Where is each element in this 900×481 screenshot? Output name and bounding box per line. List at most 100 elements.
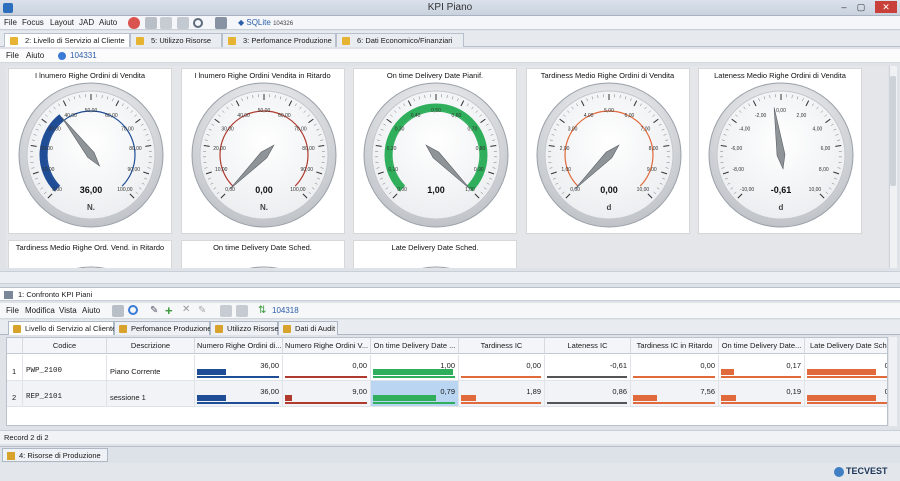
tab-icon	[215, 325, 223, 333]
kpi-baseline	[547, 402, 627, 404]
cell-kpi-value[interactable]: 0,8	[805, 355, 887, 381]
tab-livello-servizio-cliente[interactable]: Livello di Servizio al Cliente	[8, 321, 116, 335]
gauge-tick-label: 8,00	[648, 146, 658, 152]
tab-label: 4: Risorse di Produzione	[19, 451, 101, 460]
cell-kpi-value[interactable]: 36,00	[195, 355, 283, 381]
menu-file[interactable]: File	[4, 17, 17, 29]
kpi-baseline	[807, 402, 887, 404]
submenu-aiuto[interactable]: Aiuto	[26, 51, 44, 60]
report-icon[interactable]	[236, 305, 248, 317]
column-header[interactable]: Codice	[23, 338, 107, 354]
kpi-value-text: 36,00	[260, 361, 279, 370]
delete-icon[interactable]: ✕	[182, 304, 190, 315]
pencil-icon[interactable]: ✎	[150, 305, 158, 316]
lower-tab-bar: Livello di Servizio al Cliente Perfomanc…	[0, 320, 900, 335]
cell-kpi-value[interactable]: 9,00	[283, 381, 371, 407]
lower-menu-modifica[interactable]: Modifica	[25, 306, 55, 315]
tab-utilizzo-risorse-lower[interactable]: Utilizzo Risorse	[210, 321, 279, 335]
tab-icon	[228, 37, 236, 45]
column-header[interactable]: Late Delivery Date Sch...	[805, 338, 887, 354]
menu-jad[interactable]: JAD	[79, 17, 94, 29]
lower-menu-aiuto[interactable]: Aiuto	[82, 306, 100, 315]
cell-kpi-value[interactable]: 0,8	[805, 381, 887, 407]
cell-codice[interactable]: REP_2101	[23, 381, 107, 407]
column-header[interactable]: Descrizione	[107, 338, 195, 354]
cell-kpi-value[interactable]: -0,61	[545, 355, 631, 381]
table-scrollbar[interactable]	[889, 337, 897, 426]
table-icon[interactable]	[220, 305, 232, 317]
column-header[interactable]	[7, 338, 23, 354]
column-header[interactable]: Lateness IC	[545, 338, 631, 354]
gauge-value: 36,00	[80, 185, 103, 195]
tab-label: Dati di Audit	[295, 324, 336, 333]
cell-kpi-value[interactable]: 0,00	[631, 355, 719, 381]
tab-perfomance-produzione[interactable]: 3: Perfomance Produzione	[222, 33, 336, 47]
menu-layout[interactable]: Layout	[50, 17, 74, 29]
column-header[interactable]: Tardiness IC in Ritardo	[631, 338, 719, 354]
cell-kpi-value[interactable]: 0,17	[719, 355, 805, 381]
cell-kpi-value[interactable]: 0,86	[545, 381, 631, 407]
grid-icon[interactable]	[160, 17, 172, 29]
column-header[interactable]: Numero Righe Ordini V...	[283, 338, 371, 354]
menu-focus[interactable]: Focus	[22, 17, 44, 29]
column-header[interactable]: Numero Righe Ordini di...	[195, 338, 283, 354]
codice-text: PWP_2100	[26, 367, 63, 375]
row-number[interactable]: 1	[7, 355, 23, 381]
tab-dati-audit[interactable]: Dati di Audit	[278, 321, 338, 335]
database-indicator: ◆ SQLite 104326	[238, 18, 294, 27]
refresh-icon[interactable]	[128, 305, 138, 315]
column-header[interactable]: On time Delivery Date...	[719, 338, 805, 354]
gauge-tick-label: 0,00	[52, 187, 62, 193]
minimize-button[interactable]: –	[836, 1, 852, 13]
cell-kpi-value[interactable]: 36,00	[195, 381, 283, 407]
cell-kpi-value[interactable]: 1,00	[371, 355, 459, 381]
kpi-value-text: 0,8	[885, 361, 887, 370]
lower-menu-file[interactable]: File	[6, 306, 19, 315]
gauge-bezel	[76, 266, 106, 268]
cell-descrizione[interactable]: sessione 1	[107, 381, 195, 407]
submenu-file[interactable]: File	[6, 51, 19, 60]
cell-kpi-value[interactable]: 7,56	[631, 381, 719, 407]
close-button[interactable]: ✕	[875, 1, 897, 13]
cell-kpi-value[interactable]: 0,79	[371, 381, 459, 407]
tab-livello-servizio[interactable]: 2: Livello di Servizio al Cliente	[4, 33, 130, 47]
cell-kpi-value[interactable]: 0,19	[719, 381, 805, 407]
power-icon[interactable]	[128, 17, 140, 29]
cell-kpi-value[interactable]: 0,00	[459, 355, 545, 381]
gauge-tick-label: 10,00	[809, 187, 822, 193]
tab-perfomance-produzione-lower[interactable]: Perfomance Produzione	[114, 321, 212, 335]
cell-codice[interactable]: PWP_2100	[23, 355, 107, 381]
descrizione-text: Piano Corrente	[110, 367, 161, 376]
cell-descrizione[interactable]: Piano Corrente	[107, 355, 195, 381]
lower-db-id: 104318	[272, 306, 299, 315]
column-header[interactable]: On time Delivery Date ...	[371, 338, 459, 354]
row-number[interactable]: 2	[7, 381, 23, 407]
splitter[interactable]	[0, 271, 900, 284]
tab-label: Perfomance Produzione	[131, 324, 212, 333]
lower-menu-vista[interactable]: Vista	[59, 306, 77, 315]
tools-icon[interactable]	[215, 17, 227, 29]
gauge-tick-label: 60,00	[105, 113, 118, 119]
add-icon[interactable]: +	[165, 303, 173, 318]
kpi-baseline	[633, 402, 715, 404]
save-icon[interactable]	[112, 305, 124, 317]
column-header[interactable]: Tardiness IC	[459, 338, 545, 354]
refresh-icon[interactable]	[193, 18, 203, 28]
cell-kpi-value[interactable]: 0,00	[283, 355, 371, 381]
maximize-button[interactable]: ▢	[853, 1, 869, 13]
tab-utilizzo-risorse[interactable]: 5: Utilizzo Risorse	[130, 33, 222, 47]
tab-risorse-produzione[interactable]: 4: Risorse di Produzione	[2, 448, 108, 462]
gauge-tick-label: 1,00	[561, 167, 571, 173]
cell-kpi-value[interactable]: 1,89	[459, 381, 545, 407]
menu-aiuto[interactable]: Aiuto	[99, 17, 117, 29]
gauge-tick-label: 0,50	[431, 108, 441, 114]
lower-panel-title: 1: Confronto KPI Piani	[18, 290, 93, 299]
gauge-tick-label: 0,30	[395, 127, 405, 133]
dashboard-scroll-thumb[interactable]	[890, 76, 896, 186]
tab-dati-economico[interactable]: 6: Dati Economico/Finanziari	[336, 33, 464, 47]
kpi-bar	[633, 395, 657, 401]
main-tab-bar: 2: Livello di Servizio al Cliente 5: Uti…	[0, 31, 900, 47]
save-icon[interactable]	[145, 17, 157, 29]
document-icon[interactable]	[177, 17, 189, 29]
edit-icon[interactable]: ✎	[198, 305, 206, 316]
